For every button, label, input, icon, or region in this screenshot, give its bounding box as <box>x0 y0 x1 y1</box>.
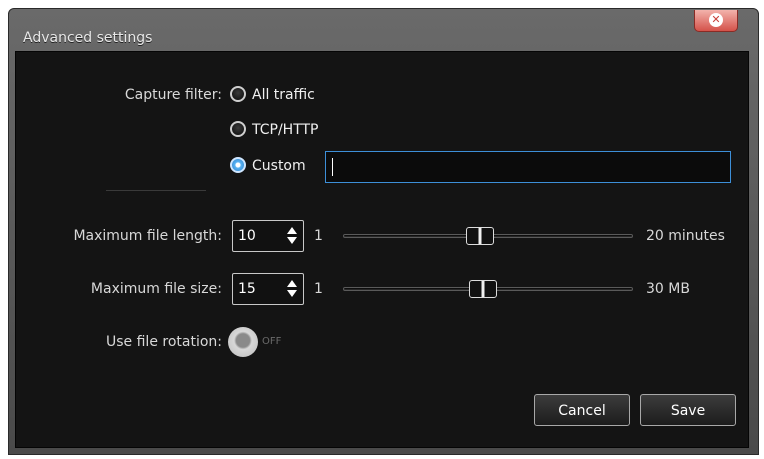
radio-label-all-traffic: All traffic <box>252 87 315 103</box>
file-rotation-label: Use file rotation: <box>106 334 222 350</box>
max-file-size-value: 15 <box>238 281 256 297</box>
radio-button[interactable] <box>230 86 246 102</box>
triangle-up-icon[interactable] <box>287 280 297 287</box>
section-divider <box>106 190 206 191</box>
max-file-size-stepper[interactable]: 15 <box>232 273 304 305</box>
close-button[interactable]: ✕ <box>694 10 738 32</box>
text-caret <box>332 158 333 176</box>
radio-label-tcp-http: TCP/HTTP <box>252 122 319 138</box>
radio-button[interactable] <box>230 121 246 137</box>
radio-all-traffic[interactable]: All traffic <box>230 85 350 105</box>
window-title: Advanced settings <box>23 30 153 46</box>
max-file-size-min: 1 <box>314 281 323 297</box>
file-rotation-toggle[interactable]: OFF <box>228 327 298 357</box>
radio-tcp-http[interactable]: TCP/HTTP <box>230 120 350 140</box>
stepper-arrows[interactable] <box>287 226 297 246</box>
max-file-length-stepper[interactable]: 10 <box>232 220 304 252</box>
custom-filter-input[interactable] <box>325 151 731 183</box>
stepper-arrows[interactable] <box>287 279 297 299</box>
max-file-size-slider-thumb[interactable] <box>468 280 497 298</box>
max-file-length-max: 20 minutes <box>646 228 725 244</box>
triangle-down-icon[interactable] <box>287 237 297 244</box>
radio-custom[interactable]: Custom <box>230 156 320 176</box>
triangle-down-icon[interactable] <box>287 290 297 297</box>
max-file-length-slider-thumb[interactable] <box>466 227 495 245</box>
close-icon: ✕ <box>709 13 723 27</box>
max-file-size-max: 30 MB <box>646 281 690 297</box>
radio-button-selected[interactable] <box>230 157 246 173</box>
max-file-length-min: 1 <box>314 228 323 244</box>
radio-label-custom: Custom <box>252 158 306 174</box>
settings-panel: Capture filter: All traffic TCP/HTTP Cus… <box>15 51 749 448</box>
capture-filter-label: Capture filter: <box>124 87 222 103</box>
save-button[interactable]: Save <box>640 394 736 426</box>
max-file-length-label: Maximum file length: <box>73 228 222 244</box>
max-file-length-value: 10 <box>238 228 256 244</box>
triangle-up-icon[interactable] <box>287 227 297 234</box>
toggle-knob[interactable] <box>228 327 258 357</box>
toggle-state-label: OFF <box>262 336 282 347</box>
max-file-size-label: Maximum file size: <box>90 281 222 297</box>
title-bar[interactable]: Advanced settings ✕ <box>9 9 758 49</box>
advanced-settings-window: Advanced settings ✕ Capture filter: All … <box>8 8 759 455</box>
cancel-button[interactable]: Cancel <box>534 394 630 426</box>
